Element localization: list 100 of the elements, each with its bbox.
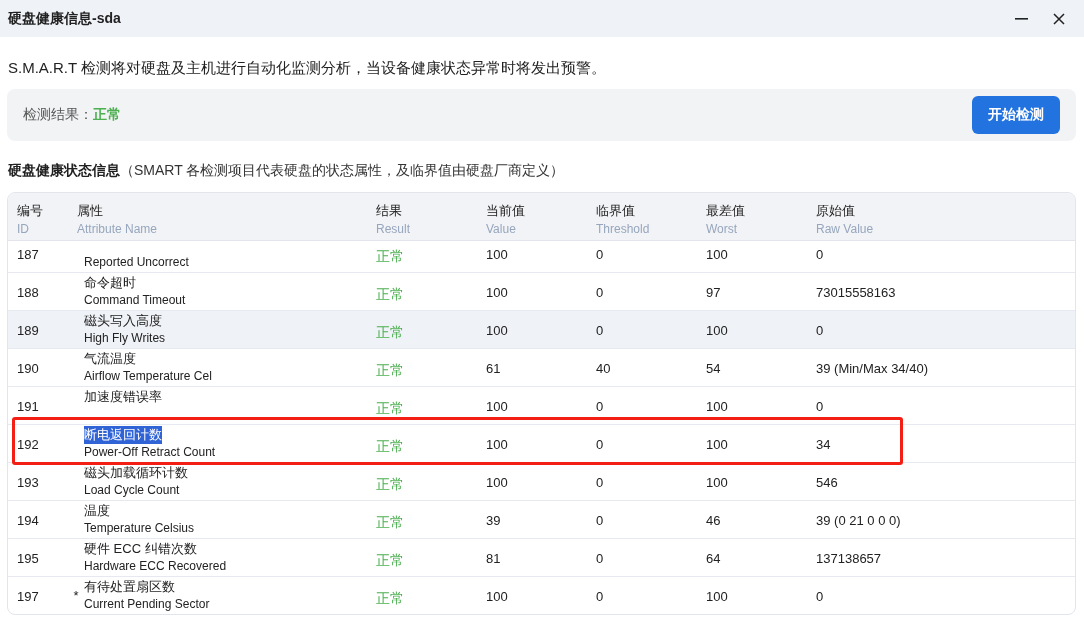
attribute-name: 断电返回计数 xyxy=(84,426,162,444)
table-cell: 0 xyxy=(596,551,604,566)
column-header: 最差值 xyxy=(706,202,746,220)
table-cell: 137138657 xyxy=(816,551,882,566)
column-header: 属性 xyxy=(77,202,104,220)
attribute-name: 加速度错误率 xyxy=(84,387,162,406)
section-note: （SMART 各检测项目代表硬盘的状态属性，及临界值由硬盘厂商定义） xyxy=(120,162,565,180)
minimize-icon xyxy=(1014,17,1028,20)
table-cell: 189 xyxy=(17,323,39,338)
table-cell: 100 xyxy=(706,437,728,452)
table-cell: 100 xyxy=(486,399,508,414)
table-row[interactable]: 191 加速度错误率 正常 100 0 100 0 xyxy=(8,387,1075,425)
table-cell: 0 xyxy=(596,285,604,300)
table-cell: 0 xyxy=(596,247,604,262)
result-status: 正常 xyxy=(376,437,404,456)
table-cell: 100 xyxy=(486,285,508,300)
table-cell: 46 xyxy=(706,513,721,528)
table-cell: 100 xyxy=(486,247,508,262)
attribute-english-name: Hardware ECC Recovered xyxy=(84,558,227,575)
column-header: 当前值 xyxy=(486,202,526,220)
table-cell: 546 xyxy=(816,475,838,490)
column-header: 原始值 xyxy=(816,202,856,220)
table-row[interactable]: 187 Reported Uncorrect 正常 100 0 100 0 xyxy=(8,241,1075,273)
result-status: 正常 xyxy=(376,323,404,342)
table-cell: 187 xyxy=(17,247,39,262)
result-status: 正常 xyxy=(376,361,404,380)
attribute-name: 命令超时 xyxy=(84,274,136,292)
table-cell: 34 xyxy=(816,437,831,452)
table-cell: 0 xyxy=(816,399,824,414)
attribute-name: 磁头加载循环计数 xyxy=(84,464,188,482)
table-cell: 54 xyxy=(706,361,721,376)
table-cell: 197 xyxy=(17,589,39,604)
table-cell: 39 (0 21 0 0 0) xyxy=(816,513,901,528)
table-row[interactable]: 193 磁头加载循环计数 Load Cycle Count 正常 100 0 100 546 xyxy=(8,463,1075,501)
table-cell: 0 xyxy=(816,247,824,262)
result-status: 正常 xyxy=(376,551,404,570)
attribute-english-name: Airflow Temperature Cel xyxy=(84,368,212,385)
attribute-english-name: Power-Off Retract Count xyxy=(84,444,216,461)
column-header: 结果 xyxy=(376,202,403,220)
result-status: 正常 xyxy=(376,475,404,494)
column-header: 编号 xyxy=(17,202,44,220)
table-cell: 39 (Min/Max 34/40) xyxy=(816,361,928,376)
attribute-name: 温度 xyxy=(84,502,110,520)
table-cell: 0 xyxy=(596,475,604,490)
attribute-name: 气流温度 xyxy=(84,350,136,368)
result-status: 正常 xyxy=(376,513,404,532)
table-cell: 100 xyxy=(486,589,508,604)
start-check-button[interactable]: 开始检测 xyxy=(972,96,1060,134)
column-subheader: Threshold xyxy=(596,221,651,238)
column-subheader: Worst xyxy=(706,221,739,238)
table-cell: 0 xyxy=(596,399,604,414)
table-cell: 64 xyxy=(706,551,721,566)
attribute-english-name: Command Timeout xyxy=(84,292,186,309)
table-cell: 100 xyxy=(706,475,728,490)
attribute-english-name: Load Cycle Count xyxy=(84,482,181,499)
table-cell: 195 xyxy=(17,551,39,566)
attribute-name: 硬件 ECC 纠错次数 xyxy=(84,540,197,558)
table-cell: 100 xyxy=(486,323,508,338)
table-cell: 0 xyxy=(816,323,824,338)
result-status: 正常 xyxy=(93,106,122,124)
table-cell: 193 xyxy=(17,475,39,490)
table-row[interactable]: 195 硬件 ECC 纠错次数 Hardware ECC Recovered 正常 81 0 64 137138657 xyxy=(8,539,1075,577)
table-row[interactable]: 190 气流温度 Airflow Temperature Cel 正常 61 40 54 39 (Min/Max 34/40) xyxy=(8,349,1075,387)
column-subheader: Value xyxy=(486,221,517,238)
table-cell: 194 xyxy=(17,513,39,528)
result-status: 正常 xyxy=(376,399,404,418)
table-cell: 0 xyxy=(816,589,824,604)
table-cell: 188 xyxy=(17,285,39,300)
result-status: 正常 xyxy=(376,285,404,304)
table-cell: 39 xyxy=(486,513,501,528)
close-icon xyxy=(1052,11,1066,26)
table-cell: 0 xyxy=(596,323,604,338)
flag-mark: * xyxy=(72,588,80,603)
window-title: 硬盘健康信息-sda xyxy=(8,9,122,28)
table-cell: 100 xyxy=(706,399,728,414)
attribute-english-name: Temperature Celsius xyxy=(84,520,195,537)
table-cell: 191 xyxy=(17,399,39,414)
column-header: 临界值 xyxy=(596,202,636,220)
attribute-name: 有待处置扇区数 xyxy=(84,578,175,596)
description-text: S.M.A.R.T 检测将对硬盘及主机进行自动化监测分析，当设备健康状态异常时将发出预警。 xyxy=(8,58,608,78)
attribute-english-name: Current Pending Sector xyxy=(84,596,210,613)
attribute-name: 磁头写入高度 xyxy=(84,312,162,330)
table-cell: 97 xyxy=(706,285,721,300)
table-row[interactable]: 194 温度 Temperature Celsius 正常 39 0 46 39 (0 21 0 0 0) xyxy=(8,501,1075,539)
attribute-english-name: High Fly Writes xyxy=(84,330,166,347)
table-cell: 40 xyxy=(596,361,611,376)
column-subheader: Raw Value xyxy=(816,221,875,238)
table-cell: 100 xyxy=(706,247,728,262)
result-status: 正常 xyxy=(376,247,404,266)
table-cell: 61 xyxy=(486,361,501,376)
table-cell: 192 xyxy=(17,437,39,452)
column-subheader: Result xyxy=(376,221,411,238)
table-cell: 190 xyxy=(17,361,39,376)
table-cell: 0 xyxy=(596,589,604,604)
table-cell: 0 xyxy=(596,513,604,528)
column-subheader: ID xyxy=(17,221,30,238)
table-cell: 73015558163 xyxy=(816,285,896,300)
table-row[interactable]: 189 磁头写入高度 High Fly Writes 正常 100 0 100 0 xyxy=(8,311,1075,349)
table-cell: 100 xyxy=(706,323,728,338)
table-row[interactable]: 192 断电返回计数 Power-Off Retract Count 正常 100 0 100 34 xyxy=(8,425,1075,463)
